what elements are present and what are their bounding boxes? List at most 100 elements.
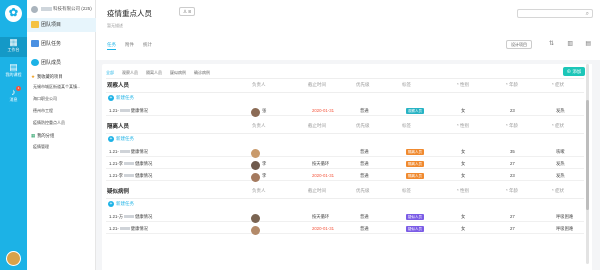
tag-badge[interactable]: 疑似人员 — [406, 214, 424, 220]
gender-cell[interactable]: 女 — [461, 226, 465, 232]
symptom-cell[interactable]: 发热 — [556, 161, 565, 167]
priority[interactable]: 普通 — [360, 226, 369, 232]
table-row[interactable]: 1.21- 健康情况 张 2020-01-31 普通 观察人员 女 23 发热 — [106, 105, 584, 117]
task-table-card: 全部 观察人员 隔离人员 疑似病例 确诊病例 ⊕ 添加 观察人员 负责人 截止时间 优先级 标签… — [102, 64, 592, 270]
symptom-cell[interactable]: 咳嗽 — [556, 149, 565, 155]
project-settings-button[interactable]: 设计项目 — [506, 40, 532, 49]
list-view-icon[interactable]: ▤ — [585, 40, 591, 47]
org-name-redacted — [41, 6, 52, 11]
column-header: 标签 — [402, 188, 411, 193]
member-icon — [31, 59, 39, 66]
column-header: * 症状 — [552, 82, 565, 87]
table-row[interactable]: 1.21-李 健康情况 李 按天循环 普通 隔离人员 女 27 发热 — [106, 158, 584, 170]
task-name: 1.21- 健康情况 — [109, 226, 148, 231]
due-date[interactable]: 按天循环 — [312, 214, 329, 220]
priority[interactable]: 普通 — [360, 149, 369, 155]
scrollbar-thumb[interactable] — [586, 100, 589, 210]
divider — [106, 133, 584, 134]
task-name: 1.21-李 健康情况 — [109, 173, 153, 178]
age-cell[interactable]: 27 — [510, 226, 515, 231]
tab-files[interactable]: 附件 — [125, 42, 134, 47]
members-button[interactable]: ♙ 8 — [179, 7, 195, 16]
mine-item[interactable]: 疫情管理 — [33, 144, 49, 150]
symptom-cell[interactable]: 发热 — [556, 173, 565, 179]
mine-section-title: ▦ 我的分组 — [31, 133, 55, 138]
table-row[interactable]: 1.21-李 健康情况 李 2020-01-31 普通 隔离人员 女 23 发热 — [106, 170, 584, 182]
tag-badge[interactable]: 隔离人员 — [406, 149, 424, 155]
task-name: 1.21-方 健康情况 — [109, 214, 153, 219]
gender-cell[interactable]: 女 — [461, 161, 465, 167]
tag-badge[interactable]: 隔离人员 — [406, 161, 424, 167]
task-name: 1.21- 健康情况 — [109, 149, 148, 154]
add-task-button[interactable]: + 新建任务 — [108, 136, 134, 142]
filter-tab[interactable]: 确诊病例 — [194, 70, 210, 76]
table-row[interactable]: 1.21- 健康情况 2020-01-31 普通 疑似人员 女 27 呼吸困难 — [106, 223, 584, 235]
priority[interactable]: 普通 — [360, 173, 369, 179]
tag-badge[interactable]: 疑似人员 — [406, 226, 424, 232]
age-cell[interactable]: 23 — [510, 108, 515, 113]
sort-icon[interactable]: ⇅ — [549, 40, 554, 47]
starred-item[interactable]: 无锡市城区街道某个某镇... — [33, 84, 80, 90]
owner-name: 张 — [262, 108, 267, 113]
group-title[interactable]: 观察人员 — [107, 81, 129, 89]
tab-tasks[interactable]: 任务 — [107, 42, 116, 50]
gender-cell[interactable]: 女 — [461, 173, 465, 179]
side-panel: 科技有限公司 (225) 团队项目 团队任务 团队成员 ★ 我收藏的项目 无锡市城… — [27, 0, 96, 270]
column-header: * 性别 — [457, 123, 470, 128]
group-title[interactable]: 疑似病例 — [107, 187, 129, 195]
age-cell[interactable]: 23 — [510, 173, 515, 178]
filter-tab[interactable]: 观察人员 — [122, 70, 138, 76]
table-row[interactable]: 1.21-方 健康情况 按天循环 普通 疑似人员 女 27 呼吸困难 — [106, 211, 584, 223]
filter-tab[interactable]: 隔离人员 — [146, 70, 162, 76]
gender-cell[interactable]: 女 — [461, 214, 465, 220]
menu-team-tasks[interactable]: 团队任务 — [27, 37, 96, 51]
tab-stats[interactable]: 统计 — [143, 42, 152, 47]
org-selector[interactable]: 科技有限公司 (225) — [27, 4, 96, 14]
task-name: 1.21-李 健康情况 — [109, 161, 153, 166]
priority[interactable]: 普通 — [360, 214, 369, 220]
age-cell[interactable]: 27 — [510, 161, 515, 166]
filter-tab[interactable]: 疑似病例 — [170, 70, 186, 76]
due-date[interactable]: 2020-01-31 — [312, 226, 334, 231]
symptom-cell[interactable]: 发热 — [556, 108, 565, 114]
symptom-cell[interactable]: 呼吸困难 — [556, 214, 573, 220]
scrollbar[interactable] — [586, 64, 589, 264]
rail-item-messages[interactable]: ♪ 消息 1 — [0, 86, 27, 107]
search-input[interactable]: ⌕ — [517, 9, 593, 18]
project-description: 暂无描述 — [107, 23, 123, 28]
rail-item-courses[interactable]: ▤ 我的课程 — [0, 62, 27, 82]
priority[interactable]: 普通 — [360, 108, 369, 114]
rail-item-workbench[interactable]: ▦ 工作台 — [0, 37, 27, 57]
tag-badge[interactable]: 隔离人员 — [406, 173, 424, 179]
starred-item[interactable]: 疫情防控重点人员 — [33, 120, 65, 126]
starred-item[interactable]: 德州市工程 — [33, 108, 53, 114]
tag-badge[interactable]: 观察人员 — [406, 108, 424, 114]
add-task-button[interactable]: + 新建任务 — [108, 201, 134, 207]
menu-team-members[interactable]: 团队成员 — [27, 56, 96, 70]
age-cell[interactable]: 27 — [510, 214, 515, 219]
priority[interactable]: 普通 — [360, 161, 369, 167]
gender-cell[interactable]: 女 — [461, 149, 465, 155]
person-icon: ♙ — [183, 9, 188, 14]
gender-cell[interactable]: 女 — [461, 108, 465, 114]
column-header: 负责人 — [252, 188, 266, 193]
add-task-button[interactable]: + 新建任务 — [108, 95, 134, 101]
symptom-cell[interactable]: 呼吸困难 — [556, 226, 573, 232]
board-view-icon[interactable]: ▥ — [567, 40, 573, 47]
redacted-text — [124, 162, 135, 166]
due-date[interactable]: 2020-01-31 — [312, 173, 334, 178]
age-cell[interactable]: 35 — [510, 149, 515, 154]
due-date[interactable]: 2020-01-31 — [312, 108, 334, 113]
column-header: 截止时间 — [308, 82, 326, 87]
starred-item[interactable]: 海口职业公司 — [33, 96, 57, 102]
table-row[interactable]: 1.21- 健康情况 普通 隔离人员 女 35 咳嗽 — [106, 146, 584, 158]
group-title[interactable]: 隔离人员 — [107, 122, 129, 130]
page-title: 疫情重点人员 — [107, 9, 152, 18]
add-button[interactable]: ⊕ 添加 — [563, 67, 585, 76]
due-date[interactable]: 按天循环 — [312, 161, 329, 167]
grid-icon: ▦ — [9, 37, 18, 47]
user-avatar[interactable] — [6, 251, 21, 266]
column-header: 标签 — [402, 123, 411, 128]
main-area: 疫情重点人员 ♙ 8 暂无描述 ⌕ 任务 附件 统计 设计项目 ⇅ ▥ ▤ 全部 观察… — [96, 0, 600, 270]
menu-team-projects[interactable]: 团队项目 — [27, 18, 96, 32]
